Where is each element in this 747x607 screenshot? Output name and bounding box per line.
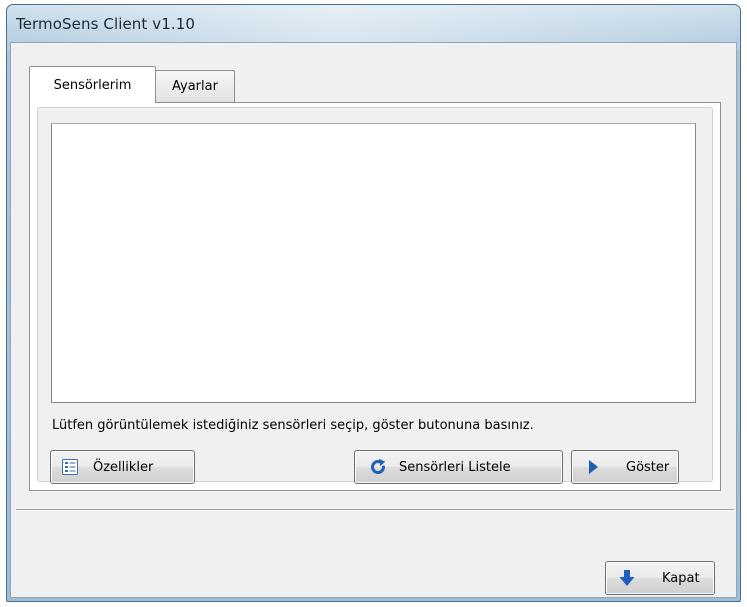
instruction-text: Lütfen görüntülemek istediğiniz sensörle… <box>52 418 534 433</box>
list-sensors-button-label: Sensörleri Listele <box>399 459 511 475</box>
tab-sensorlerim[interactable]: Sensörlerim <box>29 66 156 103</box>
down-arrow-icon <box>618 569 636 587</box>
show-button[interactable]: Göster <box>571 450 679 484</box>
tab-page-sensorlerim: Lütfen görüntülemek istediğiniz sensörle… <box>29 102 721 491</box>
play-arrow-icon <box>584 458 602 476</box>
properties-button[interactable]: Özellikler <box>50 450 195 484</box>
properties-list-icon <box>61 458 79 476</box>
sensor-listbox[interactable] <box>51 123 696 403</box>
close-button-label: Kapat <box>662 570 700 586</box>
list-sensors-button[interactable]: Sensörleri Listele <box>354 450 563 484</box>
footer-divider <box>16 509 734 511</box>
show-button-label: Göster <box>626 459 670 475</box>
tab-ayarlar[interactable]: Ayarlar <box>156 70 235 102</box>
sensors-group: Lütfen görüntülemek istediğiniz sensörle… <box>37 107 713 484</box>
close-button[interactable]: Kapat <box>605 561 715 595</box>
main-window: TermoSens Client v1.10 Sensörlerim Ayarl… <box>6 4 741 602</box>
window-client-area: Sensörlerim Ayarlar Lütfen görüntülemek … <box>10 42 737 598</box>
window-title: TermoSens Client v1.10 <box>16 15 196 33</box>
refresh-icon <box>369 458 387 476</box>
properties-button-label: Özellikler <box>93 459 154 475</box>
